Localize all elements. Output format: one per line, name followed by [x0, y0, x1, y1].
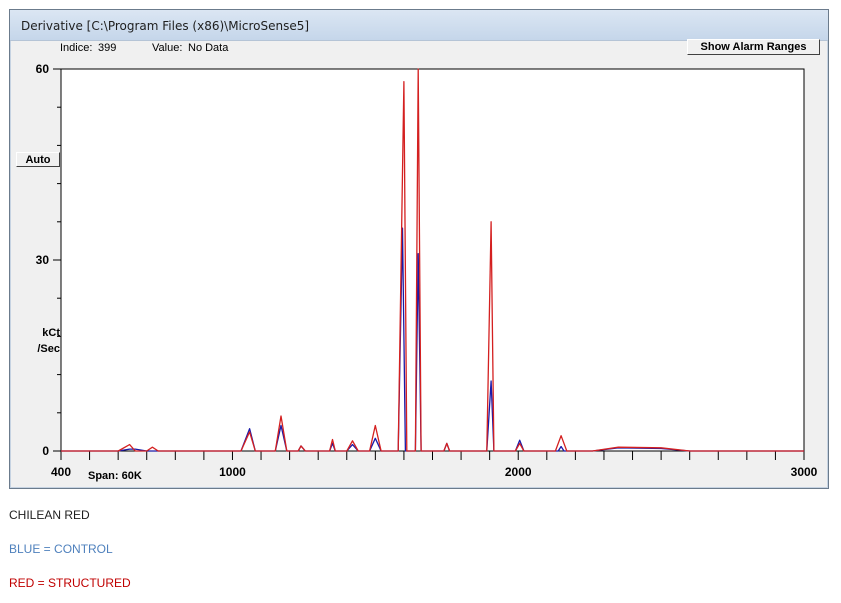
x-tick-label-1000: 1000: [219, 465, 246, 479]
y-axis-label-line-1: kCt: [42, 327, 60, 339]
legend-title: CHILEAN RED: [9, 508, 90, 522]
y-axis-label-line-2: /Sec: [37, 343, 60, 355]
y-tick-label-0: 0: [42, 444, 49, 458]
legend-red-structured: RED = STRUCTURED: [9, 576, 131, 590]
derivative-chart: 400 1000 2000 3000 0 30 60 kCt /Sec Span: 60K: [36, 62, 818, 482]
y-tick-label-60: 60: [36, 62, 50, 76]
y-tick-label-30: 30: [36, 253, 50, 267]
legend-blue-control: BLUE = CONTROL: [9, 542, 113, 556]
x-tick-label-3000: 3000: [791, 465, 818, 479]
span-label: Span: 60K: [88, 470, 142, 482]
x-tick-label-2000: 2000: [505, 465, 532, 479]
plot-area: [60, 68, 805, 452]
x-tick-label-400: 400: [51, 465, 71, 479]
